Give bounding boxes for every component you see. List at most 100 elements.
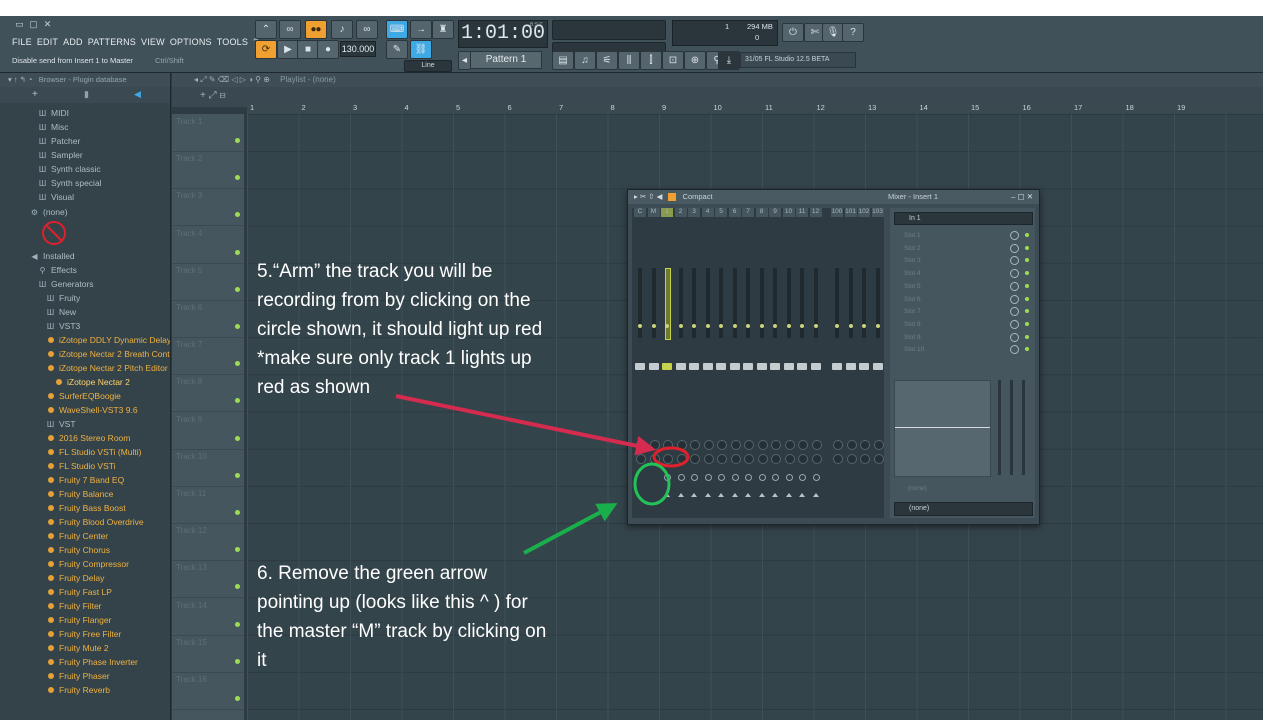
track-header[interactable]: Track 2 (172, 151, 244, 190)
mix-level-knob[interactable] (1010, 231, 1019, 240)
track-header[interactable]: Track 11 (172, 486, 244, 524)
track-header[interactable]: Track 1 (172, 114, 244, 152)
track-header[interactable]: Track 6 (172, 300, 244, 338)
mix-level-knob[interactable] (1010, 294, 1019, 304)
output-select[interactable]: (none) (894, 502, 1033, 516)
tempo-display[interactable]: 130.000 (340, 41, 376, 57)
pan-knob[interactable] (771, 454, 781, 464)
mixer-strip[interactable]: 7 (742, 208, 754, 518)
channel-rack-icon[interactable]: ⚟ (596, 51, 618, 70)
arm-record-button[interactable] (691, 474, 698, 481)
pattern-selector[interactable]: Pattern 1 (470, 51, 542, 69)
volume-fader[interactable] (729, 363, 740, 370)
pan-knob[interactable] (784, 454, 795, 464)
track-enable-icon[interactable] (235, 398, 240, 404)
effect-slot[interactable]: Slot 8 (894, 319, 1031, 330)
send-to-master-icon[interactable] (758, 493, 765, 497)
browser-item[interactable]: Ш Generators (38, 277, 94, 291)
pan-knob[interactable] (730, 440, 741, 450)
minimize-icon[interactable]: ▭ (14, 20, 25, 29)
browser-item[interactable]: Ш Sampler (38, 148, 83, 162)
browser-item[interactable]: ⚲ Effects (38, 263, 77, 277)
volume-fader[interactable] (689, 363, 699, 370)
power-icon[interactable]: ⏻ (782, 23, 804, 42)
volume-fader[interactable] (797, 363, 807, 370)
track-enable-icon[interactable] (235, 696, 240, 701)
browser-item[interactable]: Ш Synth classic (38, 162, 101, 176)
pan-knob[interactable] (744, 454, 754, 464)
pan-knob[interactable] (811, 454, 822, 464)
pan-knob[interactable] (811, 440, 822, 450)
blend-notes-icon[interactable]: ♜ (432, 20, 454, 39)
pan-knob[interactable] (757, 440, 768, 450)
zoom-icon[interactable]: + ⤢ ⊟ (200, 90, 226, 101)
mixer-view-mode[interactable]: Compact (683, 192, 713, 201)
pan-knob[interactable] (717, 454, 727, 464)
browser-item[interactable]: Fruity Phase Inverter (48, 655, 138, 669)
menu-item-patterns[interactable]: PATTERNS (88, 37, 136, 51)
mix-level-knob[interactable] (1010, 345, 1019, 355)
pan-knob[interactable] (636, 454, 646, 464)
volume-fader[interactable] (770, 363, 780, 370)
send-to-master-icon[interactable] (731, 493, 738, 497)
send-to-master-icon[interactable] (772, 493, 778, 497)
mix-level-knob[interactable] (1010, 243, 1019, 253)
input-select[interactable]: In 1 (894, 212, 1033, 225)
song-mode-icon[interactable]: ∞ (279, 20, 301, 39)
volume-fader[interactable] (662, 363, 672, 370)
speaker-icon[interactable]: ◀ (134, 89, 141, 100)
restore-icon[interactable]: ▢ (28, 20, 39, 29)
browser-item[interactable]: Fruity Phaser (48, 669, 110, 683)
pan-knob[interactable] (798, 454, 808, 464)
pan-knob[interactable] (833, 440, 843, 450)
mix-level-knob[interactable] (1010, 281, 1019, 291)
pan-knob[interactable] (649, 440, 660, 450)
arm-record-button[interactable] (799, 474, 806, 481)
track-enable-icon[interactable] (235, 286, 240, 292)
arm-record-button[interactable] (704, 474, 712, 481)
menu-item-options[interactable]: OPTIONS (170, 37, 212, 51)
browser-item[interactable]: SurferEQBoogie (48, 389, 121, 403)
arm-record-button[interactable] (772, 474, 779, 481)
pan-knob[interactable] (846, 440, 857, 450)
effect-slot[interactable]: Slot 5 (894, 281, 1031, 292)
track-header[interactable]: Track 7 (172, 337, 244, 376)
browser-item[interactable]: Ш MIDI (38, 106, 69, 120)
track-enable-icon[interactable] (235, 175, 240, 181)
slot-enable-icon[interactable] (1025, 334, 1029, 339)
track-enable-icon[interactable] (235, 621, 240, 627)
browser-item[interactable]: Ш Patcher (38, 134, 80, 148)
pan-knob[interactable] (717, 440, 727, 450)
track-enable-icon[interactable] (235, 138, 240, 143)
browser-item[interactable]: WaveShell-VST3 9.6 (48, 403, 138, 417)
browser-item[interactable]: Ш Misc (38, 120, 69, 134)
browser-item[interactable]: Fruity Blood Overdrive (48, 515, 144, 529)
playlist-icon[interactable]: ▤ (552, 51, 574, 70)
menu-item-edit[interactable]: EDIT (37, 37, 58, 51)
track-enable-icon[interactable] (235, 547, 240, 553)
bar-ruler[interactable]: 1 2 3 4 5 6 7 8 9 10 11 12 13 14 15 16 17 18 19 (247, 103, 1263, 114)
volume-fader[interactable] (859, 363, 869, 370)
mixer-strip[interactable]: 102 (858, 208, 870, 518)
pan-knob[interactable] (771, 440, 781, 450)
volume-fader[interactable] (743, 363, 753, 370)
mixer-strip[interactable]: 2 (674, 208, 687, 518)
piano-roll-icon[interactable]: ♫ (574, 51, 596, 70)
mixer-strip[interactable]: M (647, 208, 660, 518)
track-enable-icon[interactable] (235, 249, 240, 255)
track-header[interactable]: Track 16 (172, 672, 244, 710)
pan-knob[interactable] (860, 440, 870, 450)
mixer-strip[interactable]: 12 (809, 208, 822, 518)
help-icon[interactable]: ? (842, 23, 864, 42)
mixer-strip[interactable]: 10 (782, 208, 795, 518)
mixer-window-controls-icon[interactable]: – ▢ ✕ (1011, 190, 1033, 204)
track-header[interactable]: Track 14 (172, 598, 244, 636)
mixer-color-icon[interactable] (668, 193, 677, 202)
mixer-view-icon[interactable]: ⫼ (618, 51, 640, 70)
mixer-strip[interactable]: 100 (831, 208, 843, 518)
effect-slot[interactable]: Slot 7 (894, 306, 1031, 317)
slot-enable-icon[interactable] (1025, 296, 1029, 301)
pan-knob[interactable] (703, 440, 714, 450)
volume-fader[interactable] (832, 363, 842, 370)
mixer-strip[interactable]: 103 (871, 208, 884, 518)
